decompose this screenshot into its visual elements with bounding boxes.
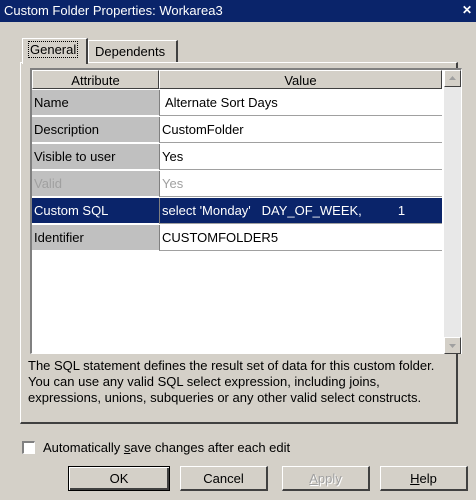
- scroll-down-button[interactable]: [444, 337, 461, 354]
- tab-general-label: General: [27, 41, 79, 58]
- grid-row-identifier[interactable]: Identifier CUSTOMFOLDER5: [32, 225, 442, 252]
- tab-general[interactable]: General: [22, 38, 88, 64]
- properties-grid: Attribute Value Name Alternate Sort Days…: [30, 68, 462, 354]
- grid-row-visible[interactable]: Visible to user Yes: [32, 144, 442, 171]
- attribute-cell: Name: [32, 90, 159, 116]
- value-cell-name[interactable]: Alternate Sort Days: [159, 90, 442, 116]
- vertical-scrollbar[interactable]: [444, 70, 461, 354]
- help-button[interactable]: Help: [380, 466, 468, 491]
- attribute-cell: Identifier: [32, 225, 159, 251]
- grid-row-custom-sql[interactable]: Custom SQL select 'Monday' DAY_OF_WEEK, …: [32, 198, 442, 225]
- tab-dependents[interactable]: Dependents: [88, 40, 178, 63]
- attribute-description: The SQL statement defines the result set…: [28, 358, 435, 405]
- attribute-cell: Visible to user: [32, 144, 159, 170]
- column-header-attribute[interactable]: Attribute: [32, 70, 159, 89]
- attribute-cell: Description: [32, 117, 159, 143]
- autosave-option[interactable]: Automatically save changes after each ed…: [22, 440, 290, 456]
- arrow-down-icon: [449, 344, 456, 348]
- value-cell-description[interactable]: CustomFolder: [159, 117, 442, 143]
- value-cell-identifier[interactable]: CUSTOMFOLDER5: [159, 225, 442, 251]
- ok-button[interactable]: OK: [68, 466, 170, 491]
- scroll-up-button[interactable]: [444, 70, 461, 87]
- value-cell-valid: Yes: [159, 171, 442, 197]
- arrow-up-icon: [449, 76, 456, 80]
- grid-row-description[interactable]: Description CustomFolder: [32, 117, 442, 144]
- value-cell-visible[interactable]: Yes: [159, 144, 442, 170]
- grid-row-name[interactable]: Name Alternate Sort Days: [32, 90, 442, 117]
- autosave-label: Automatically save changes after each ed…: [43, 440, 291, 455]
- column-header-value[interactable]: Value: [159, 70, 442, 89]
- grid-row-valid: Valid Yes: [32, 171, 442, 198]
- value-cell-custom-sql[interactable]: select 'Monday' DAY_OF_WEEK, 1: [159, 198, 442, 224]
- attribute-cell: Custom SQL: [32, 198, 159, 224]
- attribute-cell: Valid: [32, 171, 159, 197]
- title-bar: Custom Folder Properties: Workarea3 ✕: [0, 0, 476, 22]
- cancel-button[interactable]: Cancel: [180, 466, 268, 491]
- tab-dependents-label: Dependents: [95, 44, 166, 59]
- autosave-checkbox[interactable]: [22, 441, 35, 454]
- apply-button: Apply: [282, 466, 370, 491]
- window-title: Custom Folder Properties: Workarea3: [4, 3, 223, 18]
- close-icon[interactable]: ✕: [460, 3, 474, 18]
